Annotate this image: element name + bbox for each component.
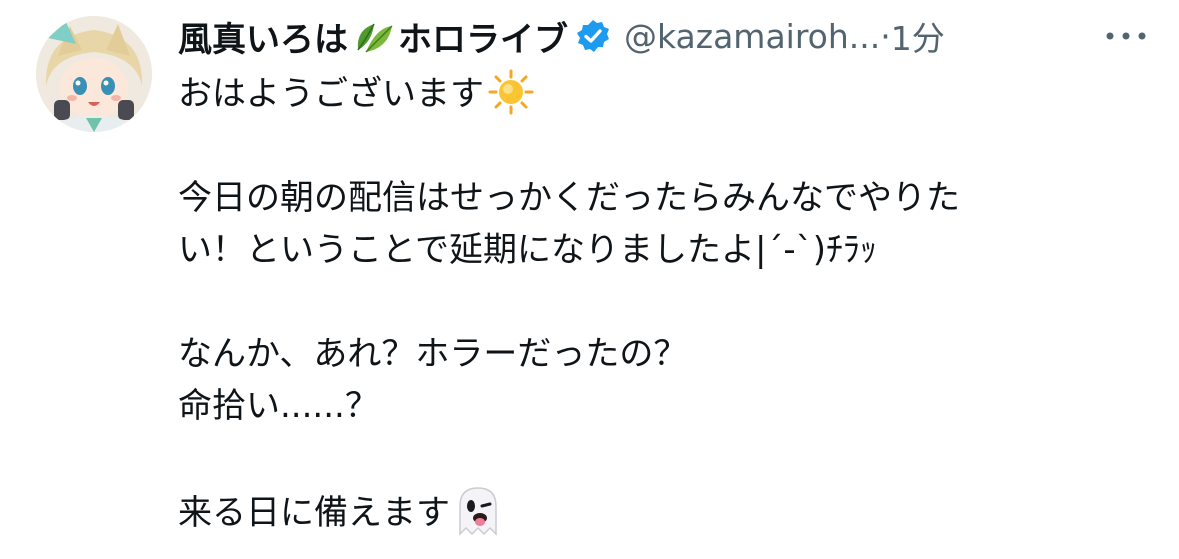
separator-dot: · bbox=[880, 16, 891, 56]
tweet-line-text: なんか、あれ？ホラーだったの？ bbox=[178, 334, 688, 374]
tweet-line: おはようございます bbox=[178, 68, 1158, 120]
tweet-text: おはようございます 今日の朝の配信はせっかくだったらみんなでやりた い！というこ… bbox=[178, 68, 1158, 536]
leaf-icon bbox=[352, 16, 394, 56]
display-name[interactable]: 風真いろは bbox=[178, 12, 348, 61]
brand-name[interactable]: ホロライブ bbox=[398, 12, 568, 61]
user-handle[interactable]: @kazamairoh... bbox=[624, 17, 880, 56]
tweet[interactable]: 風真いろは ホロライブ @kazamairoh... · 1分 おはようございま… bbox=[0, 0, 1179, 559]
more-options-icon[interactable] bbox=[1100, 28, 1152, 44]
tweet-timestamp[interactable]: 1分 bbox=[891, 12, 945, 60]
tweet-line-text: い！ということで延期になりましたよ|´-`)ﾁﾗｯ bbox=[178, 230, 877, 270]
tweet-line-text: 来る日に備えます bbox=[178, 493, 450, 533]
sun-emoji-icon bbox=[488, 69, 534, 115]
tweet-line-text: おはようございます bbox=[178, 74, 484, 114]
tweet-line-text: 命拾い......？ bbox=[178, 386, 379, 426]
avatar-image bbox=[36, 16, 152, 132]
verified-badge-icon bbox=[576, 19, 610, 53]
avatar[interactable] bbox=[36, 16, 152, 132]
tweet-line: 来る日に備えます bbox=[178, 484, 1158, 536]
ghost-emoji-icon bbox=[452, 484, 504, 538]
tweet-line-text: 今日の朝の配信はせっかくだったらみんなでやりた bbox=[178, 178, 960, 218]
tweet-header: 風真いろは ホロライブ @kazamairoh... · 1分 bbox=[178, 10, 1168, 62]
